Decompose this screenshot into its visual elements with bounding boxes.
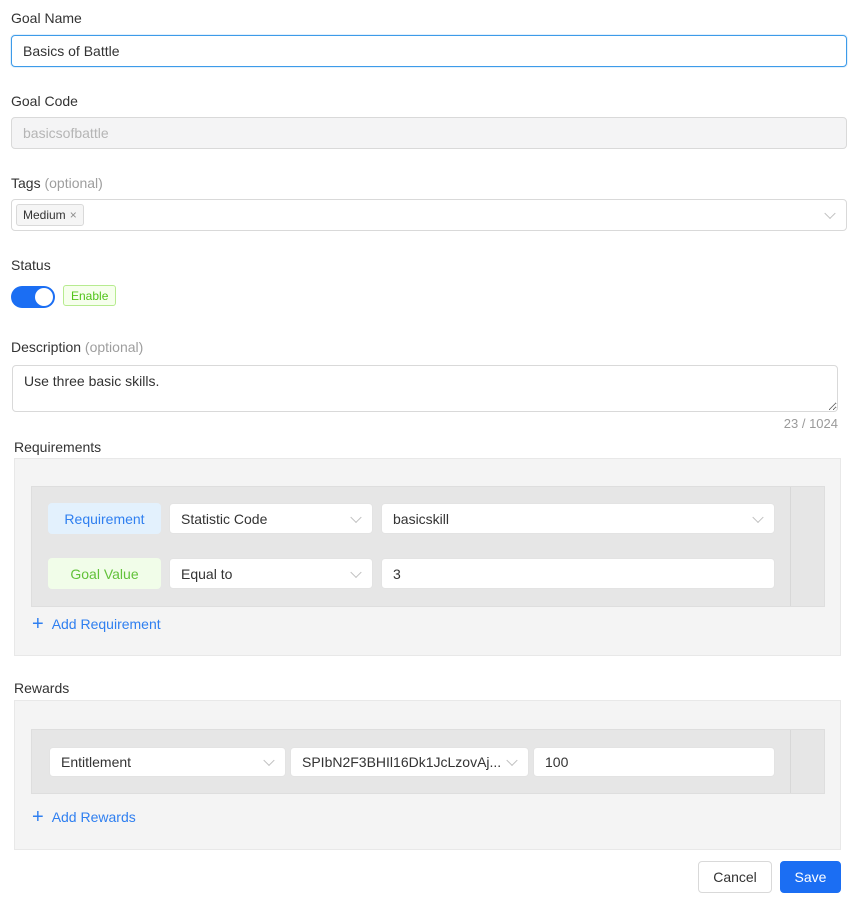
tags-label: Tags (optional) <box>11 175 103 191</box>
plus-icon: + <box>32 806 44 828</box>
toggle-knob <box>35 288 53 306</box>
save-button[interactable]: Save <box>780 861 841 893</box>
requirement-type-value: Statistic Code <box>181 510 268 527</box>
requirements-label: Requirements <box>14 439 102 455</box>
tag-remove-icon[interactable]: × <box>70 208 77 222</box>
operator-select[interactable]: Equal to <box>169 558 373 589</box>
chevron-down-icon <box>350 566 362 578</box>
status-toggle[interactable] <box>11 286 55 308</box>
goal-value-value: 3 <box>393 565 401 582</box>
rewards-group: Entitlement SPIbN2F3BHIl16Dk1JcLzovAj...… <box>31 729 825 794</box>
statistic-code-select[interactable]: basicskill <box>381 503 775 534</box>
description-label: Description (optional) <box>11 339 143 355</box>
chevron-down-icon <box>506 754 518 767</box>
chevron-down-icon <box>263 754 275 767</box>
add-rewards-label: Add Rewards <box>51 809 136 825</box>
requirements-panel: Requirement Statistic Code basicskill Go… <box>14 458 841 656</box>
status-label: Status <box>11 257 51 273</box>
chevron-down-icon <box>824 207 836 220</box>
description-optional: (optional) <box>84 339 144 355</box>
operator-value: Equal to <box>181 565 233 582</box>
add-requirement-label: Add Requirement <box>51 616 161 632</box>
cancel-button[interactable]: Cancel <box>698 861 772 893</box>
description-counter: 23 / 1024 <box>783 416 838 431</box>
goal-value-pill: Goal Value <box>48 558 161 589</box>
description-textarea[interactable]: Use three basic skills. <box>12 365 838 412</box>
chevron-down-icon <box>350 511 362 523</box>
tag-medium: Medium × <box>16 204 84 226</box>
goal-name-label: Goal Name <box>11 10 82 26</box>
tags-select[interactable]: Medium × <box>11 199 847 231</box>
requirement-pill: Requirement <box>48 503 161 534</box>
rewards-panel: Entitlement SPIbN2F3BHIl16Dk1JcLzovAj...… <box>14 700 841 850</box>
reward-type-value: Entitlement <box>61 754 132 770</box>
reward-item-select[interactable]: SPIbN2F3BHIl16Dk1JcLzovAj... <box>290 747 529 777</box>
requirements-group: Requirement Statistic Code basicskill Go… <box>31 486 825 607</box>
statistic-code-value: basicskill <box>393 510 450 527</box>
status-badge: Enable <box>63 285 117 306</box>
goal-code-value: basicsofbattle <box>23 125 109 141</box>
goal-code-label: Goal Code <box>11 93 78 109</box>
description-label-text: Description <box>11 339 82 355</box>
rewards-group-side <box>790 730 824 793</box>
add-rewards-button[interactable]: + Add Rewards <box>32 807 136 827</box>
reward-item-value: SPIbN2F3BHIl16Dk1JcLzovAj... <box>302 754 502 770</box>
goal-value-input[interactable]: 3 <box>381 558 775 589</box>
tags-label-text: Tags <box>11 175 41 191</box>
goal-name-value: Basics of Battle <box>23 43 120 59</box>
chevron-down-icon <box>752 511 764 523</box>
goal-name-input[interactable]: Basics of Battle <box>11 35 847 67</box>
plus-icon: + <box>32 613 44 635</box>
reward-type-select[interactable]: Entitlement <box>49 747 286 777</box>
rewards-label: Rewards <box>14 680 70 696</box>
add-requirement-button[interactable]: + Add Requirement <box>32 614 161 634</box>
tag-label: Medium <box>23 208 66 222</box>
tags-optional: (optional) <box>44 175 103 191</box>
reward-quantity-input[interactable]: 100 <box>533 747 775 777</box>
requirement-type-select[interactable]: Statistic Code <box>169 503 373 534</box>
goal-code-input: basicsofbattle <box>11 117 847 149</box>
reward-quantity-value: 100 <box>545 754 569 770</box>
requirements-group-side <box>790 487 824 606</box>
